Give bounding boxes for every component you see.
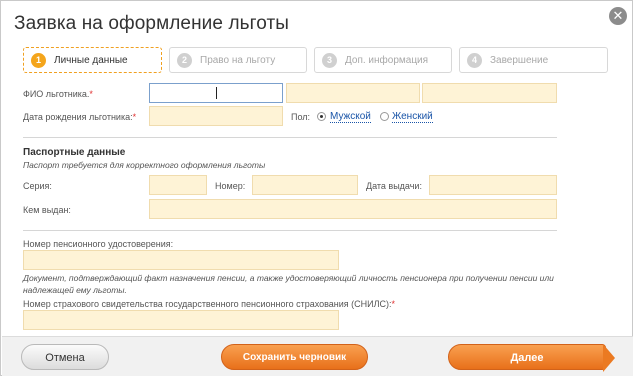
fio-label: ФИО льготника.* <box>23 89 93 99</box>
series-label: Серия: <box>23 181 52 191</box>
snils-input[interactable] <box>23 310 339 330</box>
issue-date-input[interactable] <box>429 175 557 195</box>
step-benefit-right[interactable]: 2 Право на льготу <box>169 47 307 73</box>
gender-female-radio[interactable] <box>380 112 389 121</box>
step-number: 3 <box>322 53 337 68</box>
step-completion[interactable]: 4 Завершение <box>459 47 608 73</box>
gender-female-label[interactable]: Женский <box>392 111 433 123</box>
dialog-title: Заявка на оформление льготы <box>14 13 290 34</box>
issued-by-label: Кем выдан: <box>23 205 71 215</box>
passport-series-input[interactable] <box>149 175 207 195</box>
pension-note-line2: надлежащей ему льготы. <box>23 285 127 295</box>
dialog-footer: Отмена Сохранить черновик Далее <box>2 336 633 376</box>
issue-date-label: Дата выдачи: <box>366 181 422 191</box>
divider <box>23 137 557 138</box>
issued-by-input[interactable] <box>149 199 557 219</box>
gender-male-label[interactable]: Мужской <box>330 111 371 123</box>
cancel-button[interactable]: Отмена <box>21 344 109 370</box>
pension-cert-label: Номер пенсионного удостоверения: <box>23 239 174 249</box>
snils-label: Номер страхового свидетельства государст… <box>23 299 396 309</box>
step-label: Завершение <box>490 55 549 66</box>
last-name-input[interactable] <box>149 83 283 103</box>
save-draft-button[interactable]: Сохранить черновик <box>221 344 368 370</box>
benefit-application-dialog: Заявка на оформление льготы ✕ 1 Личные д… <box>0 0 633 376</box>
step-additional-info[interactable]: 3 Доп. информация <box>314 47 452 73</box>
step-number: 4 <box>467 53 482 68</box>
first-name-input[interactable] <box>286 83 420 103</box>
passport-number-input[interactable] <box>252 175 358 195</box>
next-arrow-icon <box>603 344 615 372</box>
divider <box>23 230 557 231</box>
middle-name-input[interactable] <box>422 83 557 103</box>
gender-label: Пол: <box>291 112 311 122</box>
step-number: 1 <box>31 53 46 68</box>
passport-section-title: Паспортные данные <box>23 147 126 158</box>
wizard-steps: 1 Личные данные 2 Право на льготу 3 Доп.… <box>23 47 608 73</box>
birth-date-label: Дата рождения льготника:* <box>23 112 137 122</box>
pension-note-line1: Документ, подтверждающий факт назначения… <box>23 273 554 283</box>
number-label: Номер: <box>215 181 246 191</box>
next-button[interactable]: Далее <box>448 344 606 370</box>
birth-date-input[interactable] <box>149 106 283 126</box>
text-caret <box>216 87 217 99</box>
close-icon[interactable]: ✕ <box>609 7 627 25</box>
step-label: Право на льготу <box>200 55 276 66</box>
gender-male-radio[interactable] <box>317 112 326 121</box>
passport-note: Паспорт требуется для корректного оформл… <box>23 160 266 170</box>
step-personal-data[interactable]: 1 Личные данные <box>23 47 162 73</box>
step-label: Доп. информация <box>345 55 429 66</box>
step-number: 2 <box>177 53 192 68</box>
pension-cert-input[interactable] <box>23 250 339 270</box>
step-label: Личные данные <box>54 55 128 66</box>
